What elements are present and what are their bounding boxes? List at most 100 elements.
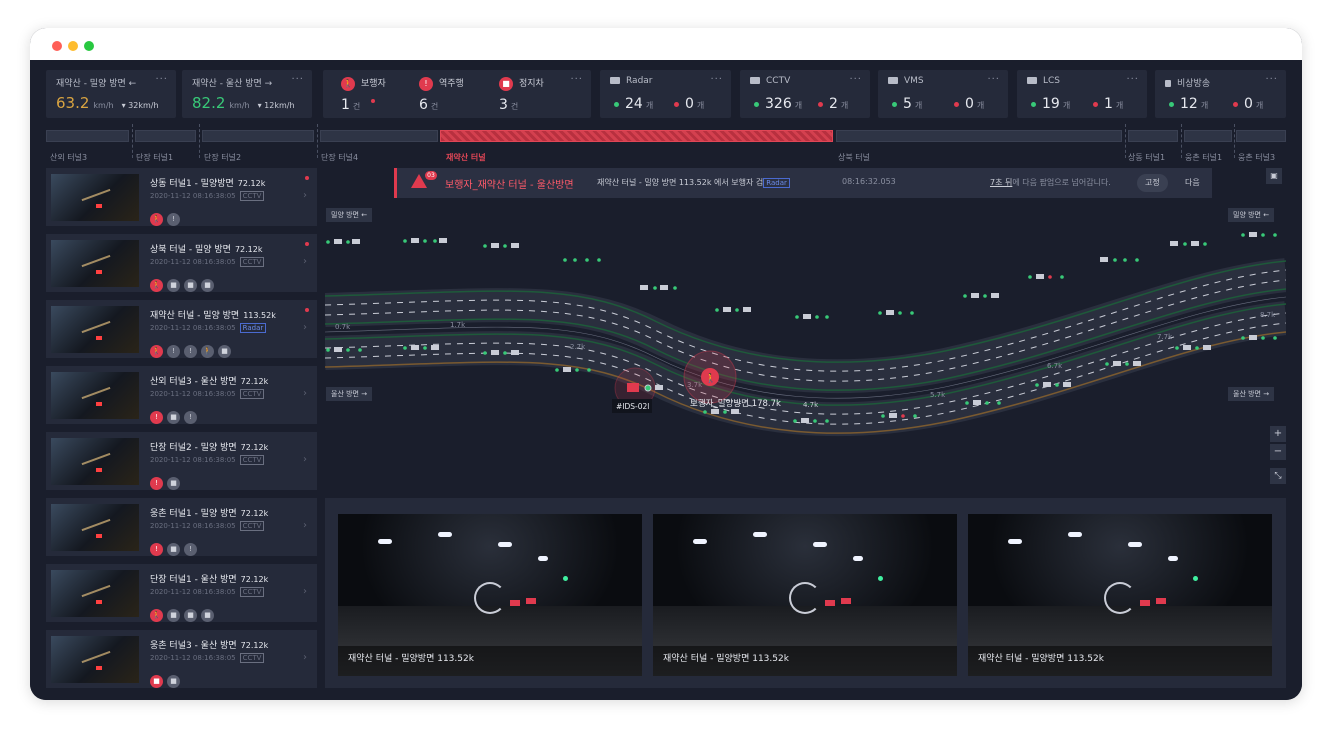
- chevron-right-icon[interactable]: ›: [303, 454, 307, 465]
- tunnel-segment[interactable]: [135, 130, 196, 142]
- tunnel-segment-active[interactable]: [440, 130, 833, 142]
- device-ok-dot: [1261, 233, 1265, 237]
- event-list-item[interactable]: 상북 터널 - 밀양 방면 72.12k 2020-11-12 08:16:38:…: [46, 234, 317, 292]
- chevron-right-icon[interactable]: ›: [303, 520, 307, 531]
- pin-button[interactable]: 고정: [1137, 174, 1168, 192]
- more-icon[interactable]: ···: [1126, 74, 1139, 85]
- minimize-window-dot[interactable]: [68, 41, 78, 51]
- event-list-item[interactable]: 산외 터널3 - 울산 방면 72.12k 2020-11-12 08:16:38…: [46, 366, 317, 424]
- tunnel-label[interactable]: 웅촌 터널3: [1238, 152, 1275, 163]
- tunnel-label[interactable]: 웅촌 터널1: [1185, 152, 1222, 163]
- panel-toggle-icon[interactable]: ▣: [1266, 168, 1282, 184]
- event-title: 웅촌 터널1 - 밀양 방면 72.12k: [150, 506, 268, 519]
- more-icon[interactable]: ···: [291, 74, 304, 85]
- device-card-cctv[interactable]: CCTV ··· 326 개 2개: [740, 70, 870, 118]
- chevron-right-icon[interactable]: ›: [303, 322, 307, 333]
- tunnel-label[interactable]: 단장 터널1: [136, 152, 173, 163]
- more-icon[interactable]: ···: [155, 74, 168, 85]
- chevron-right-icon[interactable]: ›: [303, 190, 307, 201]
- device-card-radar[interactable]: Radar ··· 24 개 0개: [600, 70, 731, 118]
- tunnel-label[interactable]: 산외 터널3: [50, 152, 87, 163]
- event-list-item[interactable]: 웅촌 터널3 - 울산 방면 72.12k 2020-11-12 08:16:38…: [46, 630, 317, 688]
- tunnel-label[interactable]: 단장 터널4: [321, 152, 358, 163]
- chevron-right-icon[interactable]: ›: [303, 256, 307, 267]
- tunnel-segment[interactable]: [320, 130, 438, 142]
- more-icon[interactable]: ···: [710, 74, 723, 85]
- event-summary-card[interactable]: 🚶 보행자 ! 역주행 ■ 정지차 ··· 1건 6건 3건: [323, 70, 591, 118]
- more-icon[interactable]: ···: [1265, 74, 1278, 85]
- device-marker: [1133, 361, 1141, 366]
- event-list-item[interactable]: 재약산 터널 - 밀양 방면 113.52k 2020-11-12 08:16:3…: [46, 300, 317, 358]
- alert-banner[interactable]: 03 보행자_재약산 터널 - 울산방면 재약산 터널 - 밀양 방면 113.…: [394, 168, 1212, 198]
- event-count: 3건: [499, 97, 518, 113]
- source-tag: CCTV: [239, 389, 265, 399]
- km-label: 8.7k: [1260, 311, 1276, 319]
- device-ok-count: 5개: [892, 96, 922, 112]
- app-window: 재약산 - 밀양 방면 ← ··· 63.2 km/h ▾ 32km/h 재약산 -…: [30, 28, 1302, 700]
- device-ok-dot: [735, 308, 739, 312]
- event-title-text: 웅촌 터널1 - 밀양 방면: [150, 509, 237, 519]
- road-map[interactable]: 0.7k 1.7k 2.7k 3.7k 4.7k 5.7k 6.7k 7.7k …: [325, 225, 1286, 465]
- tunnel-segment[interactable]: [1236, 130, 1286, 142]
- tunnel-light: [538, 556, 548, 561]
- more-icon[interactable]: ···: [987, 74, 1000, 85]
- device-card-broadcast[interactable]: 비상방송 ··· 12 개 0개: [1155, 70, 1286, 118]
- speed-card-ulsan[interactable]: 재약산 - 울산 방면 → ··· 82.2 km/h ▾ 12km/h: [182, 70, 312, 118]
- tunnel-segment[interactable]: [46, 130, 129, 142]
- event-list-item[interactable]: 웅촌 터널1 - 밀양 방면 72.12k 2020-11-12 08:16:38…: [46, 498, 317, 556]
- err-count: 2: [829, 96, 838, 112]
- event-type-icons: ! ■!: [150, 536, 201, 556]
- tunnel-segment[interactable]: [202, 130, 314, 142]
- event-list-item[interactable]: 상동 터널1 - 밀양방면 72.12k 2020-11-12 08:16:38:…: [46, 168, 317, 226]
- chevron-right-icon[interactable]: ›: [303, 388, 307, 399]
- event-list-item[interactable]: 단장 터널1 - 울산 방면 72.12k 2020-11-12 08:16:38…: [46, 564, 317, 622]
- tunnel-segment[interactable]: [1128, 130, 1178, 142]
- speed-number: 82.2: [192, 94, 226, 112]
- device-ok-dot: [1105, 362, 1109, 366]
- zoom-in-button[interactable]: +: [1270, 426, 1286, 442]
- device-card-lcs[interactable]: LCS ··· 19 개 1개: [1017, 70, 1147, 118]
- device-card-vms[interactable]: VMS ··· 5개 0개: [878, 70, 1008, 118]
- device-ok-dot: [403, 239, 407, 243]
- device-ok-dot: [881, 414, 885, 418]
- cctv-feed[interactable]: 재약산 터널 - 밀양방면 113.52k: [653, 514, 957, 676]
- device-ok-dot: [1125, 362, 1129, 366]
- warning-icon: !: [167, 213, 180, 226]
- cctv-feed[interactable]: 재약산 터널 - 밀양방면 113.52k: [968, 514, 1272, 676]
- tunnel-segment[interactable]: [836, 130, 1122, 142]
- zoom-out-button[interactable]: −: [1270, 444, 1286, 460]
- tunnel-label-active[interactable]: 재약산 터널: [446, 152, 486, 163]
- more-icon[interactable]: ···: [849, 74, 862, 85]
- tunnel-label[interactable]: 상북 터널: [838, 152, 870, 163]
- tunnel-light: [1068, 532, 1082, 537]
- chevron-right-icon[interactable]: ›: [303, 586, 307, 597]
- warning-icon: !: [184, 411, 197, 424]
- event-date: 2020-11-12 08:16:38:05: [150, 324, 236, 332]
- tunnel-label[interactable]: 상동 터널1: [1128, 152, 1165, 163]
- speed-card-miryang[interactable]: 재약산 - 밀양 방면 ← ··· 63.2 km/h ▾ 32km/h: [46, 70, 176, 118]
- device-ok-dot: [597, 258, 601, 262]
- event-title-text: 재약산 터널 - 밀양 방면: [150, 311, 240, 321]
- device-ok-dot: [346, 348, 350, 352]
- close-window-dot[interactable]: [52, 41, 62, 51]
- event-km: 72.12k: [234, 245, 263, 254]
- tunnel-label[interactable]: 단장 터널2: [204, 152, 241, 163]
- device-marker: [1100, 257, 1108, 262]
- maximize-window-dot[interactable]: [84, 41, 94, 51]
- alert-count-badge: 03: [425, 171, 437, 180]
- loading-spinner-icon: [474, 582, 506, 614]
- event-title-text: 웅촌 터널3 - 울산 방면: [150, 641, 237, 651]
- countdown-link[interactable]: 7초 뒤: [990, 178, 1012, 187]
- event-list-item[interactable]: 단장 터널2 - 밀양 방면 72.12k 2020-11-12 08:16:38…: [46, 432, 317, 490]
- device-ok-dot: [1273, 336, 1277, 340]
- fit-view-button[interactable]: ⤡: [1270, 468, 1286, 484]
- tunnel-divider: [317, 124, 318, 158]
- cctv-feed[interactable]: 재약산 터널 - 밀양방면 113.52k: [338, 514, 642, 676]
- next-button[interactable]: 다음: [1177, 174, 1208, 192]
- more-icon[interactable]: ···: [570, 74, 583, 85]
- chevron-right-icon[interactable]: ›: [303, 652, 307, 663]
- event-label: 보행자_밀양방면 178.7k: [690, 398, 781, 409]
- tunnel-segment[interactable]: [1184, 130, 1232, 142]
- km-label: 7.7k: [1157, 333, 1173, 341]
- tunnel-light: [378, 539, 392, 544]
